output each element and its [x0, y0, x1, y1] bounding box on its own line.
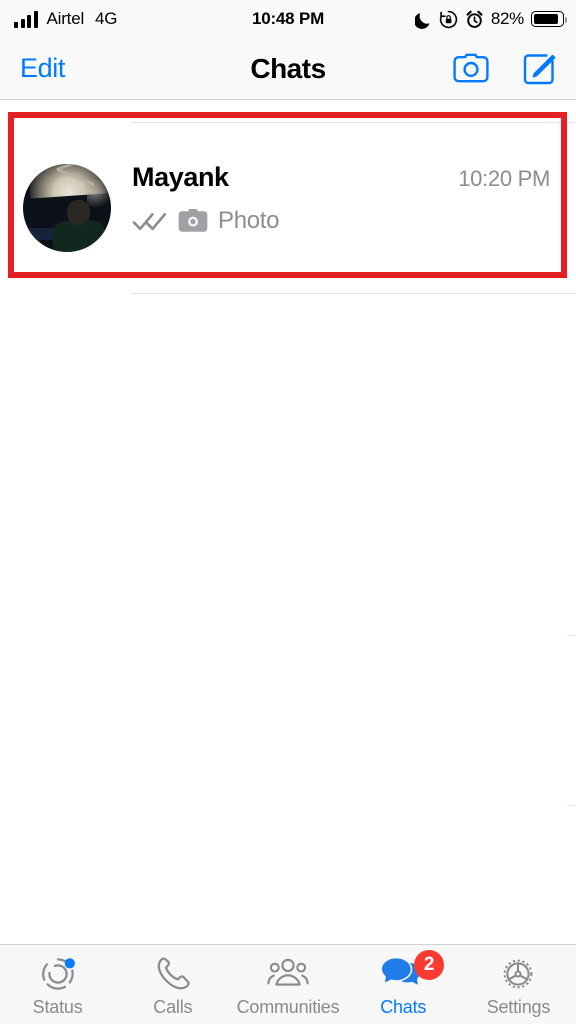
moon-icon: [413, 10, 432, 29]
avatar[interactable]: [23, 164, 111, 252]
status-bar-right: 82%: [413, 9, 567, 29]
chat-bubbles-icon: 2: [380, 950, 445, 994]
tab-chats[interactable]: 2 Chats: [346, 945, 461, 1024]
tab-calls[interactable]: Calls: [115, 945, 230, 1024]
compose-icon[interactable]: [522, 52, 556, 86]
scroll-edge-mark: [567, 805, 576, 806]
tab-label-status: Status: [32, 997, 83, 1017]
battery-icon: [531, 11, 567, 27]
tab-label-calls: Calls: [153, 997, 193, 1017]
chat-list: Mayank 10:20 PM Photo: [0, 100, 576, 944]
chat-item-subline: Photo: [132, 207, 550, 235]
status-ring-icon: [38, 954, 78, 994]
scroll-edge-mark: [567, 635, 576, 636]
nav-actions: [452, 52, 556, 86]
navigation-bar: Edit Chats: [0, 38, 576, 100]
chat-list-item-mayank[interactable]: Mayank 10:20 PM Photo: [0, 123, 576, 293]
phone-icon: [154, 954, 192, 994]
tab-label-chats: Chats: [380, 997, 427, 1017]
chat-item-topline: Mayank 10:20 PM: [132, 162, 550, 193]
chat-timestamp: 10:20 PM: [458, 166, 550, 191]
list-separator: [132, 293, 576, 294]
chats-unread-badge: 2: [414, 950, 445, 980]
tab-label-communities: Communities: [236, 997, 340, 1017]
double-check-icon: [132, 210, 168, 232]
chat-preview-text: Photo: [218, 207, 280, 234]
battery-percent-label: 82%: [490, 9, 524, 28]
tab-bar: Status Calls Communities 2 Chats Setting…: [0, 944, 576, 1024]
alarm-icon: [465, 10, 484, 29]
rotation-lock-icon: [439, 10, 458, 29]
communities-icon: [266, 954, 310, 994]
tab-label-settings: Settings: [486, 997, 551, 1017]
camera-icon[interactable]: [452, 53, 490, 85]
gear-icon: [498, 954, 538, 994]
chat-contact-name: Mayank: [132, 162, 229, 192]
camera-icon: [178, 209, 208, 233]
tab-communities[interactable]: Communities: [230, 945, 345, 1024]
tab-settings[interactable]: Settings: [461, 945, 576, 1024]
chat-item-content: Mayank 10:20 PM Photo: [132, 162, 550, 254]
status-bar: Airtel 4G 10:48 PM 82%: [0, 0, 576, 38]
tab-status[interactable]: Status: [0, 945, 115, 1024]
